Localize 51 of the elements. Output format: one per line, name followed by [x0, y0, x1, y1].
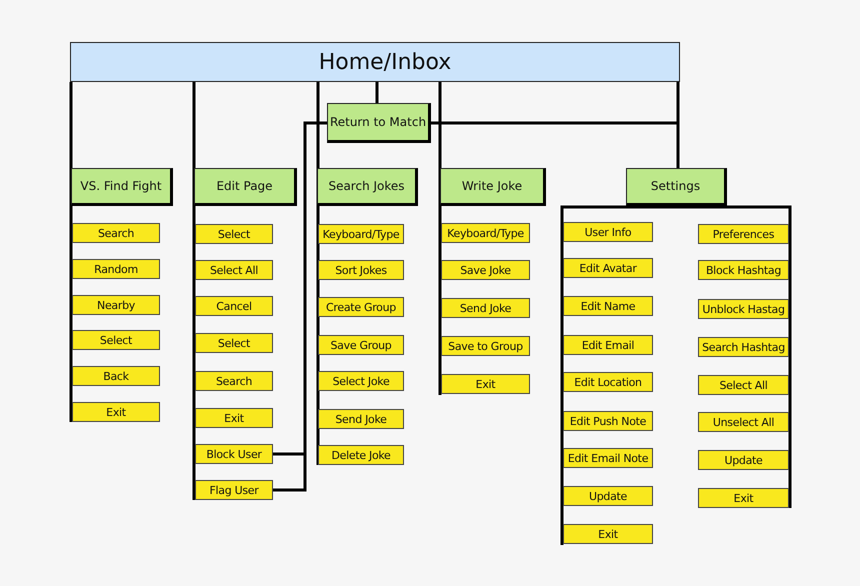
screen-node: Select [195, 224, 273, 244]
screen-node: Select Joke [318, 371, 404, 391]
screen-node: Edit Email [563, 335, 653, 355]
screen-node: User Info [563, 222, 653, 242]
screen-node: Edit Push Note [563, 411, 653, 431]
screen-node: Edit Location [563, 372, 653, 392]
screen-node: Exit [72, 402, 160, 422]
screen-node: Random [72, 259, 160, 279]
screen-node: Exit [563, 524, 653, 544]
screen-node: Back [72, 366, 160, 386]
screen-node: Flag User [195, 480, 273, 500]
screen-node: Save Group [318, 335, 404, 355]
screen-node: Sort Jokes [318, 260, 404, 280]
screen-node: Update [698, 450, 789, 470]
screen-node: Search [195, 371, 273, 391]
screen-node: Send Joke [441, 298, 530, 318]
screen-node: Exit [195, 408, 273, 428]
screen-node: Search [72, 223, 160, 243]
screen-node: Edit Email Note [563, 448, 653, 468]
screen-node: Keyboard/Type [441, 223, 530, 243]
screen-node: Block Hashtag [698, 260, 789, 280]
screen-node: Select All [698, 375, 789, 395]
section-node: VS. Find Fight [71, 168, 173, 206]
screen-node: Cancel [195, 296, 273, 316]
screen-node: Unselect All [698, 412, 789, 432]
screen-node: Search Hashtag [698, 337, 789, 357]
screen-node: Create Group [318, 297, 404, 317]
screen-node: Exit [698, 488, 789, 508]
screen-node: Select All [195, 260, 273, 280]
screen-node: Select [195, 333, 273, 353]
screen-node: Send Joke [318, 409, 404, 429]
screen-node: Save Joke [441, 260, 530, 280]
screen-node: Update [563, 486, 653, 506]
screen-node: Unblock Hastag [698, 299, 789, 319]
return-node: Return to Match [327, 103, 431, 143]
connector-line [376, 82, 378, 103]
section-node: Edit Page [194, 168, 297, 206]
screen-node: Preferences [698, 224, 789, 244]
screen-node: Keyboard/Type [318, 224, 404, 244]
screen-node: Nearby [72, 295, 160, 315]
section-node: Search Jokes [317, 168, 418, 206]
screen-node: Edit Name [563, 296, 653, 316]
screen-node: Edit Avatar [563, 258, 653, 278]
screen-node: Block User [195, 444, 273, 464]
section-node: Write Joke [440, 168, 546, 206]
root-node: Home/Inbox [70, 42, 680, 82]
section-node: Settings [626, 168, 727, 206]
screen-node: Delete Joke [318, 445, 404, 465]
screen-node: Exit [441, 374, 530, 394]
screen-node: Select [72, 330, 160, 350]
screen-node: Save to Group [441, 336, 530, 356]
